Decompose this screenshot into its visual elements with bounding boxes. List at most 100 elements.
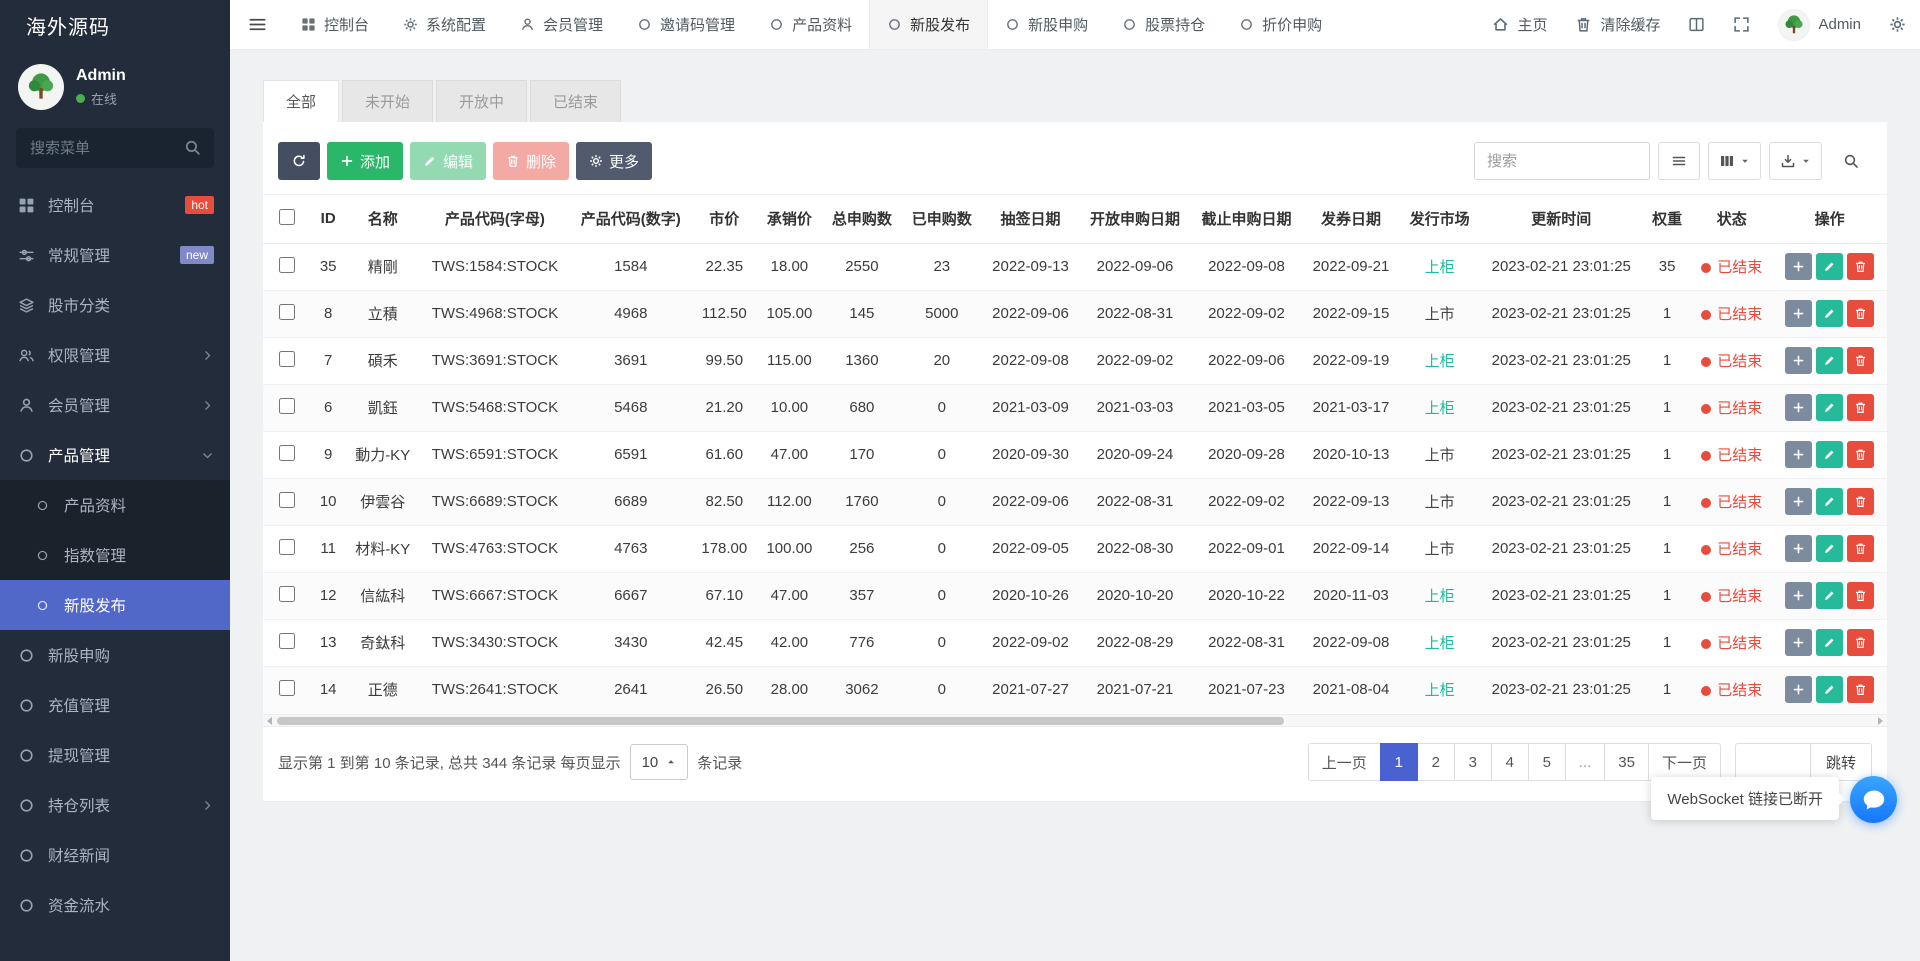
- row-plus-button[interactable]: [1785, 629, 1812, 656]
- per-page-select[interactable]: 10: [630, 744, 689, 780]
- column-header[interactable]: 抽签日期: [982, 195, 1080, 243]
- row-delete-button[interactable]: [1847, 535, 1874, 562]
- column-header[interactable]: 产品代码(字母): [420, 195, 570, 243]
- page-button[interactable]: 35: [1604, 743, 1649, 781]
- market-link[interactable]: 上柜: [1425, 400, 1455, 417]
- row-delete-button[interactable]: [1847, 300, 1874, 327]
- row-checkbox[interactable]: [279, 351, 295, 367]
- export-button[interactable]: [1769, 142, 1822, 180]
- row-edit-button[interactable]: [1816, 582, 1843, 609]
- tab-item[interactable]: 开放中: [436, 80, 527, 122]
- topnav-item[interactable]: 系统配置: [386, 0, 503, 49]
- columns-button[interactable]: [1708, 142, 1761, 180]
- tab-item[interactable]: 未开始: [342, 80, 433, 122]
- row-edit-button[interactable]: [1816, 441, 1843, 468]
- column-header[interactable]: 产品代码(数字): [570, 195, 692, 243]
- row-edit-button[interactable]: [1816, 488, 1843, 515]
- row-plus-button[interactable]: [1785, 347, 1812, 374]
- row-checkbox[interactable]: [279, 257, 295, 273]
- edit-button[interactable]: 编辑: [410, 142, 486, 180]
- market-link[interactable]: 上市: [1425, 541, 1455, 558]
- search-toggle-button[interactable]: [1830, 142, 1872, 180]
- column-header[interactable]: 操作: [1772, 195, 1887, 243]
- topnav-item[interactable]: 新股发布: [869, 0, 988, 49]
- page-button[interactable]: 2: [1417, 743, 1455, 781]
- hamburger-icon[interactable]: [230, 0, 284, 49]
- row-delete-button[interactable]: [1847, 676, 1874, 703]
- prev-page-button[interactable]: 上一页: [1308, 743, 1381, 781]
- topnav-item[interactable]: 折价申购: [1222, 0, 1339, 49]
- page-button[interactable]: 1: [1380, 743, 1418, 781]
- scroll-right-arrow-icon[interactable]: [1878, 717, 1883, 725]
- column-header[interactable]: 市价: [692, 195, 757, 243]
- market-link[interactable]: 上柜: [1425, 682, 1455, 699]
- column-header[interactable]: 发券日期: [1302, 195, 1400, 243]
- row-delete-button[interactable]: [1847, 582, 1874, 609]
- tab-item[interactable]: 已结束: [530, 80, 621, 122]
- column-header[interactable]: 开放申购日期: [1079, 195, 1190, 243]
- select-all-checkbox[interactable]: [279, 209, 295, 225]
- scrollbar-thumb[interactable]: [277, 717, 1284, 725]
- topnav-item[interactable]: 邀请码管理: [620, 0, 752, 49]
- fullscreen-button[interactable]: [1719, 0, 1764, 49]
- row-checkbox[interactable]: [279, 680, 295, 696]
- row-plus-button[interactable]: [1785, 300, 1812, 327]
- market-link[interactable]: 上市: [1425, 494, 1455, 511]
- column-header[interactable]: 名称: [345, 195, 420, 243]
- row-delete-button[interactable]: [1847, 253, 1874, 280]
- column-header[interactable]: 总申购数: [822, 195, 902, 243]
- chat-button[interactable]: [1850, 776, 1897, 823]
- add-button[interactable]: 添加: [327, 142, 403, 180]
- admin-menu[interactable]: Admin: [1764, 0, 1875, 49]
- tab-active[interactable]: 全部: [263, 80, 339, 122]
- refresh-button[interactable]: [278, 142, 320, 180]
- column-header[interactable]: 发行市场: [1400, 195, 1480, 243]
- delete-button[interactable]: 删除: [493, 142, 569, 180]
- sidebar-item[interactable]: 资金流水: [0, 880, 230, 930]
- settings-button[interactable]: [1875, 0, 1920, 49]
- home-button[interactable]: 主页: [1478, 0, 1561, 49]
- row-checkbox[interactable]: [279, 586, 295, 602]
- row-plus-button[interactable]: [1785, 488, 1812, 515]
- market-link[interactable]: 上柜: [1425, 635, 1455, 652]
- row-delete-button[interactable]: [1847, 347, 1874, 374]
- page-button[interactable]: 3: [1454, 743, 1492, 781]
- horizontal-scrollbar[interactable]: [263, 714, 1887, 727]
- column-header[interactable]: 状态: [1691, 195, 1772, 243]
- scroll-left-arrow-icon[interactable]: [267, 717, 272, 725]
- market-link[interactable]: 上柜: [1425, 588, 1455, 605]
- topnav-item[interactable]: 产品资料: [752, 0, 869, 49]
- sidebar-item[interactable]: 会员管理: [0, 380, 230, 430]
- row-plus-button[interactable]: [1785, 535, 1812, 562]
- column-header[interactable]: 权重: [1643, 195, 1691, 243]
- topnav-item[interactable]: 控制台: [284, 0, 386, 49]
- table-search-input[interactable]: [1474, 142, 1650, 180]
- sidebar-item[interactable]: 财经新闻: [0, 830, 230, 880]
- sidebar-subitem[interactable]: 新股发布: [0, 580, 230, 630]
- row-checkbox[interactable]: [279, 445, 295, 461]
- row-delete-button[interactable]: [1847, 394, 1874, 421]
- sidebar-item[interactable]: 充值管理: [0, 680, 230, 730]
- market-link[interactable]: 上柜: [1425, 259, 1455, 276]
- jump-page-input[interactable]: [1735, 743, 1811, 781]
- topnav-item[interactable]: 新股申购: [988, 0, 1105, 49]
- clear-cache-button[interactable]: 清除缓存: [1561, 0, 1674, 49]
- sidebar-item[interactable]: 新股申购: [0, 630, 230, 680]
- market-link[interactable]: 上市: [1425, 447, 1455, 464]
- column-header[interactable]: ID: [311, 195, 345, 243]
- row-plus-button[interactable]: [1785, 441, 1812, 468]
- column-header[interactable]: 截止申购日期: [1191, 195, 1302, 243]
- user-avatar[interactable]: [18, 64, 64, 110]
- row-checkbox[interactable]: [279, 492, 295, 508]
- row-edit-button[interactable]: [1816, 347, 1843, 374]
- row-checkbox[interactable]: [279, 539, 295, 555]
- page-button[interactable]: 5: [1528, 743, 1566, 781]
- topnav-item[interactable]: 会员管理: [503, 0, 620, 49]
- row-plus-button[interactable]: [1785, 394, 1812, 421]
- row-checkbox[interactable]: [279, 633, 295, 649]
- search-icon[interactable]: [184, 139, 201, 156]
- sidebar-item[interactable]: 持仓列表: [0, 780, 230, 830]
- layout-toggle-button[interactable]: [1674, 0, 1719, 49]
- row-checkbox[interactable]: [279, 304, 295, 320]
- page-button[interactable]: 4: [1491, 743, 1529, 781]
